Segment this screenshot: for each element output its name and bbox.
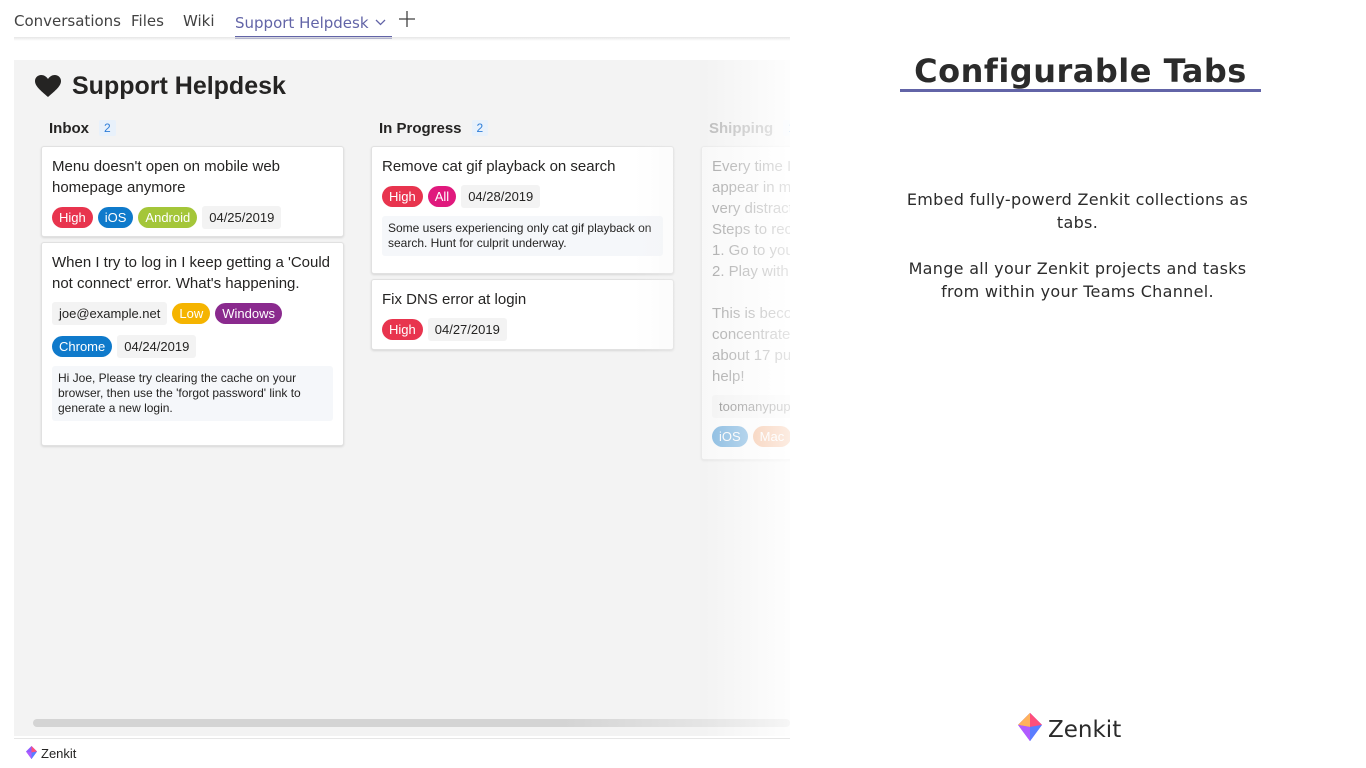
card-text-line: 2. Play with i <box>712 263 790 280</box>
tab-bar: Conversations Files Wiki Support Helpdes… <box>0 0 790 39</box>
tag-priority: High <box>52 207 93 228</box>
card-title: Menu doesn't open on mobile web homepage… <box>52 158 281 196</box>
column-count-badge: 1 <box>783 120 790 136</box>
tab-conversations[interactable]: Conversations <box>14 12 121 30</box>
card-text-line: about 17 pu <box>712 347 790 364</box>
promo-title: Configurable Tabs <box>914 52 1247 90</box>
promo-title-underline <box>900 89 1261 92</box>
card-text-line: very distract <box>712 200 790 217</box>
card-text-line: appear in my <box>712 179 790 196</box>
card-text-spacer <box>712 282 790 303</box>
card-title: Fix DNS error at login <box>382 291 527 308</box>
card-text-line: help! <box>712 368 745 385</box>
promo-brand-name: Zenkit <box>1048 717 1122 743</box>
tag-platform: iOS <box>712 426 748 447</box>
card-date: 04/28/2019 <box>461 185 541 208</box>
tag-platform: Mac <box>752 426 790 447</box>
tag-platform: All <box>427 186 457 207</box>
promo-paragraph: Mange all your Zenkit projects and tasks… <box>908 259 1247 301</box>
column-in-progress: In Progress 2 Remove cat gif playback on… <box>371 118 675 350</box>
page-title: Support Helpdesk <box>34 72 286 101</box>
card-text-line: concentrate <box>712 326 790 343</box>
task-card[interactable]: Every time I appear in my very distract … <box>701 146 790 460</box>
tag-platform: Windows <box>215 303 282 324</box>
footer-brand-name: Zenkit <box>41 746 77 761</box>
heart-icon <box>34 74 64 100</box>
task-card[interactable]: Menu doesn't open on mobile web homepage… <box>41 146 344 237</box>
tab-label: Files <box>131 12 164 30</box>
tag-priority: High <box>382 186 423 207</box>
zenkit-board: Support Helpdesk Inbox 2 Menu doesn't op… <box>14 60 790 736</box>
column-header: In Progress 2 <box>371 118 675 138</box>
card-text-line: 1. Go to your <box>712 242 790 259</box>
promo-panel: Configurable Tabs Embed fully-powerd Zen… <box>790 0 1366 768</box>
card-date: 04/27/2019 <box>427 318 507 341</box>
card-body: Every time I appear in my very distract … <box>712 156 790 387</box>
card-text-line: Every time I <box>712 158 790 175</box>
tag-priority: High <box>382 319 423 340</box>
tag-platform: iOS <box>97 207 134 228</box>
card-note: Some users experiencing only cat gif pla… <box>382 216 663 256</box>
app-footer: Zenkit <box>14 738 790 768</box>
card-text-line: This is becom <box>712 305 790 322</box>
zenkit-logo-icon <box>1018 712 1048 748</box>
column-header: Shipping 1 <box>701 118 790 138</box>
column-count-badge: 2 <box>99 120 116 136</box>
promo-brand: Zenkit <box>1018 712 1121 748</box>
tab-label: Support Helpdesk <box>235 14 369 32</box>
column-name: In Progress <box>379 119 462 137</box>
tab-support-helpdesk[interactable]: Support Helpdesk <box>235 12 392 39</box>
horizontal-scrollbar[interactable] <box>33 719 790 727</box>
column-count-badge: 2 <box>471 120 489 136</box>
tag-platform: Android <box>138 207 198 228</box>
column-header: Inbox 2 <box>41 118 345 138</box>
tab-wiki[interactable]: Wiki <box>183 12 215 30</box>
card-text-line: Steps to rec <box>712 221 790 238</box>
card-title: When I try to log in I keep getting a 'C… <box>52 254 331 292</box>
task-card[interactable]: Fix DNS error at login High 04/27/2019 <box>371 279 674 350</box>
card-date: 04/24/2019 <box>117 335 197 358</box>
column-shipping: Shipping 1 Every time I appear in my ver… <box>701 118 790 460</box>
card-email: joe@example.net <box>52 302 168 325</box>
task-card[interactable]: When I try to log in I keep getting a 'C… <box>41 242 344 446</box>
tab-bar-divider <box>14 37 790 41</box>
tab-label: Wiki <box>183 12 215 30</box>
promo-paragraph: Embed fully-powerd Zenkit collections as… <box>906 190 1249 232</box>
card-date: 04/25/2019 <box>202 206 282 229</box>
tab-label: Conversations <box>14 12 121 30</box>
board-title-text: Support Helpdesk <box>72 72 286 100</box>
card-attachment-chip: toomanypup <box>712 395 790 418</box>
plus-icon[interactable] <box>398 10 416 32</box>
chevron-down-icon[interactable] <box>375 12 386 30</box>
tag-priority: Low <box>172 303 211 324</box>
tab-files[interactable]: Files <box>131 12 164 30</box>
task-card[interactable]: Remove cat gif playback on search High A… <box>371 146 674 274</box>
tag-browser: Chrome <box>52 336 113 357</box>
column-name: Shipping <box>709 119 774 137</box>
card-note: Hi Joe, Please try clearing the cache on… <box>52 366 333 421</box>
card-title: Remove cat gif playback on search <box>382 158 616 175</box>
zenkit-logo-icon <box>26 745 41 762</box>
column-inbox: Inbox 2 Menu doesn't open on mobile web … <box>41 118 345 446</box>
column-name: Inbox <box>49 119 89 137</box>
